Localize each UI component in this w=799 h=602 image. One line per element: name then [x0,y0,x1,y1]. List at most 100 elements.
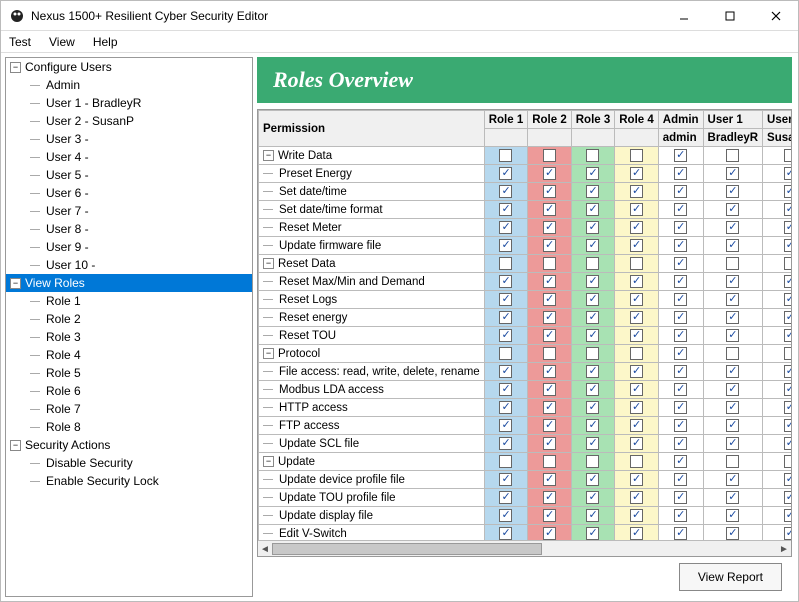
permission-checkbox[interactable] [674,167,687,180]
permission-checkbox[interactable] [543,383,556,396]
permission-checkbox[interactable] [726,437,739,450]
permission-checkbox[interactable] [543,185,556,198]
permission-checkbox[interactable] [586,347,599,360]
permission-checkbox[interactable] [726,167,739,180]
permission-checkbox[interactable] [674,275,687,288]
permission-checkbox[interactable] [784,365,791,378]
permission-checkbox[interactable] [784,347,791,360]
permission-checkbox[interactable] [784,419,791,432]
col-header-u1[interactable]: User 1 [703,111,763,129]
permission-checkbox[interactable] [499,419,512,432]
scroll-left-icon[interactable]: ◄ [258,541,272,557]
permission-checkbox[interactable] [499,311,512,324]
tree-item[interactable]: User 7 - [6,202,252,220]
permission-checkbox[interactable] [543,473,556,486]
permission-checkbox[interactable] [543,311,556,324]
permission-checkbox[interactable] [630,527,643,540]
permission-checkbox[interactable] [586,329,599,342]
permission-checkbox[interactable] [499,329,512,342]
col-header-r4[interactable]: Role 4 [615,111,659,129]
permission-checkbox[interactable] [784,401,791,414]
permission-checkbox[interactable] [726,239,739,252]
permission-checkbox[interactable] [586,509,599,522]
permission-checkbox[interactable] [499,509,512,522]
col-header-r1[interactable]: Role 1 [484,111,528,129]
permission-checkbox[interactable] [726,275,739,288]
permission-checkbox[interactable] [674,365,687,378]
permission-checkbox[interactable] [674,149,687,162]
permission-checkbox[interactable] [586,419,599,432]
permission-checkbox[interactable] [586,239,599,252]
permission-checkbox[interactable] [674,293,687,306]
permission-checkbox[interactable] [586,149,599,162]
permission-checkbox[interactable] [630,509,643,522]
permission-checkbox[interactable] [784,149,791,162]
permission-checkbox[interactable] [726,455,739,468]
permission-checkbox[interactable] [726,311,739,324]
permission-checkbox[interactable] [674,203,687,216]
permission-checkbox[interactable] [630,203,643,216]
permission-checkbox[interactable] [499,455,512,468]
permission-checkbox[interactable] [674,347,687,360]
scroll-right-icon[interactable]: ► [777,541,791,557]
tree-item[interactable]: Role 2 [6,310,252,328]
collapse-icon[interactable]: − [10,440,21,451]
permission-checkbox[interactable] [586,383,599,396]
permission-checkbox[interactable] [499,383,512,396]
permission-checkbox[interactable] [499,365,512,378]
permission-checkbox[interactable] [784,257,791,270]
tree-item[interactable]: Enable Security Lock [6,472,252,490]
permission-checkbox[interactable] [586,221,599,234]
tree-item[interactable]: Role 4 [6,346,252,364]
tree-item[interactable]: User 9 - [6,238,252,256]
permission-checkbox[interactable] [630,221,643,234]
permission-checkbox[interactable] [586,275,599,288]
sidebar-tree[interactable]: −Configure UsersAdminUser 1 - BradleyRUs… [5,57,253,597]
permission-checkbox[interactable] [499,275,512,288]
tree-item[interactable]: User 4 - [6,148,252,166]
tree-item[interactable]: User 5 - [6,166,252,184]
permission-checkbox[interactable] [674,383,687,396]
permission-checkbox[interactable] [726,509,739,522]
permission-checkbox[interactable] [543,167,556,180]
permission-checkbox[interactable] [499,293,512,306]
permission-checkbox[interactable] [499,239,512,252]
permission-checkbox[interactable] [586,167,599,180]
permission-checkbox[interactable] [543,203,556,216]
permission-checkbox[interactable] [586,455,599,468]
permission-checkbox[interactable] [784,185,791,198]
col-header-adm[interactable]: Admin [658,111,703,129]
permission-checkbox[interactable] [630,275,643,288]
permission-checkbox[interactable] [586,185,599,198]
tree-group-security-actions[interactable]: −Security Actions [6,436,252,454]
tree-item[interactable]: User 3 - [6,130,252,148]
tree-item[interactable]: User 6 - [6,184,252,202]
collapse-icon[interactable]: − [263,258,274,269]
grid-scroll[interactable]: PermissionRole 1Role 2Role 3Role 4AdminU… [258,110,791,540]
permission-checkbox[interactable] [726,401,739,414]
permission-checkbox[interactable] [586,203,599,216]
permission-checkbox[interactable] [630,293,643,306]
collapse-icon[interactable]: − [263,348,274,359]
permission-checkbox[interactable] [630,329,643,342]
tree-item[interactable]: Role 5 [6,364,252,382]
permission-checkbox[interactable] [586,293,599,306]
collapse-icon[interactable]: − [10,278,21,289]
permission-checkbox[interactable] [726,203,739,216]
scroll-thumb[interactable] [272,543,542,555]
permission-checkbox[interactable] [784,527,791,540]
permission-checkbox[interactable] [543,437,556,450]
permission-checkbox[interactable] [586,437,599,450]
collapse-icon[interactable]: − [263,456,274,467]
permission-checkbox[interactable] [784,383,791,396]
permission-checkbox[interactable] [726,185,739,198]
permission-checkbox[interactable] [726,473,739,486]
permission-checkbox[interactable] [586,365,599,378]
permission-checkbox[interactable] [630,401,643,414]
collapse-icon[interactable]: − [10,62,21,73]
permission-checkbox[interactable] [784,473,791,486]
permission-checkbox[interactable] [586,311,599,324]
permission-checkbox[interactable] [543,419,556,432]
permission-checkbox[interactable] [726,293,739,306]
permission-checkbox[interactable] [784,167,791,180]
